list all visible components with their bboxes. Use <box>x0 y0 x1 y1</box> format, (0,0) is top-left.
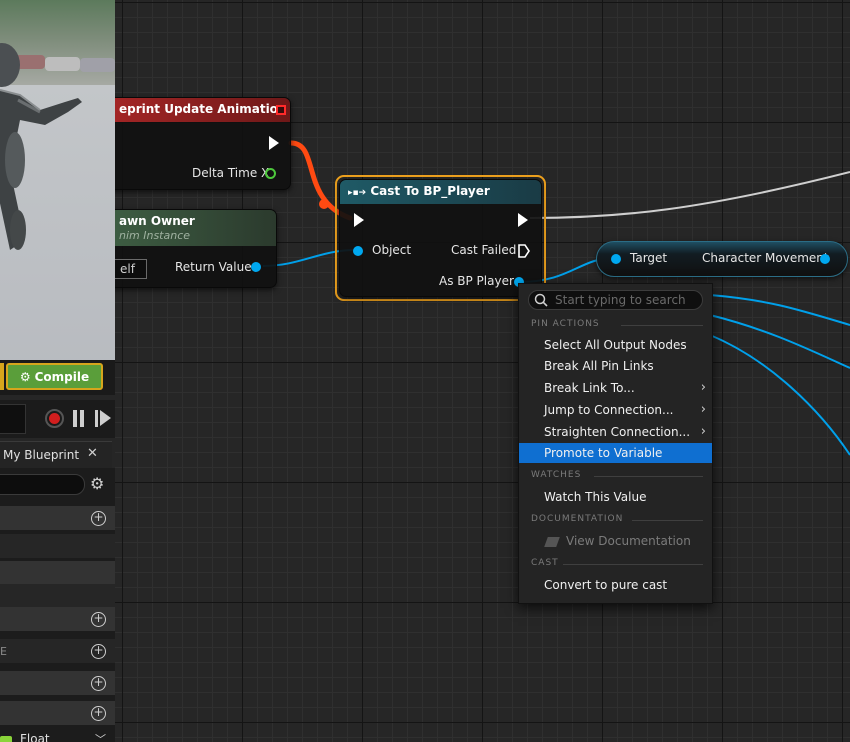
add-icon[interactable]: + <box>91 676 106 691</box>
object-pin[interactable] <box>353 246 363 256</box>
cast-icon: ▸▪➔ <box>348 188 367 198</box>
self-label: elf <box>120 262 135 276</box>
node-title: eprint Update Animation <box>119 102 287 116</box>
node-title: awn Owner <box>119 214 195 228</box>
mannequin-character <box>0 43 82 250</box>
cast-to-bp-player-node[interactable]: ▸▪➔ Cast To BP_Player Object Cast Failed… <box>339 179 542 297</box>
category-row[interactable] <box>0 584 115 608</box>
menu-item-select-all-output-nodes[interactable]: Select All Output Nodes <box>519 335 712 355</box>
character-movement-pin[interactable] <box>820 254 830 264</box>
node-header: eprint Update Animation <box>107 98 290 122</box>
menu-item-break-all-pin-links[interactable]: Break All Pin Links <box>519 356 712 376</box>
category-label: E <box>0 645 7 658</box>
chevron-down-icon[interactable]: ﹀ <box>95 731 106 742</box>
menu-item-view-documentation: View Documentation <box>519 531 712 551</box>
blueprint-search-input[interactable] <box>0 474 85 495</box>
character-movement-label: Character Movement <box>702 251 829 265</box>
cast-failed-label: Cast Failed <box>451 243 517 257</box>
menu-item-watch-this-value[interactable]: Watch This Value <box>519 487 712 507</box>
event-update-animation-node[interactable]: eprint Update Animation Delta Time X <box>106 97 291 190</box>
pin-context-menu: PIN ACTIONS Select All Output Nodes Brea… <box>518 283 713 604</box>
category-row[interactable] <box>0 534 115 558</box>
return-value-label: Return Value <box>175 260 252 274</box>
compile-button[interactable]: ⚙ Compile <box>6 363 103 390</box>
float-type-icon <box>0 736 12 742</box>
section-documentation: DOCUMENTATION <box>531 514 624 524</box>
as-bp-player-label: As BP Player <box>439 274 514 288</box>
node-header: ▸▪➔ Cast To BP_Player <box>340 180 541 204</box>
chevron-right-icon: › <box>700 424 706 439</box>
chevron-right-icon: › <box>700 402 706 417</box>
delta-time-label: Delta Time X <box>192 166 270 180</box>
section-watches: WATCHES <box>531 470 582 480</box>
settings-gear-icon[interactable]: ⚙ <box>90 474 108 494</box>
search-icon <box>534 293 548 307</box>
divider <box>563 564 703 565</box>
blueprint-editor: eprint Update Animation Delta Time X awn… <box>0 0 850 742</box>
menu-search-input[interactable] <box>555 292 699 308</box>
compile-label: Compile <box>34 369 90 384</box>
add-icon[interactable]: + <box>91 511 106 526</box>
target-pin[interactable] <box>611 254 621 264</box>
node-title: Cast To BP_Player <box>370 184 490 198</box>
menu-item-straighten-connection[interactable]: Straighten Connection... › <box>519 422 712 442</box>
add-icon[interactable]: + <box>91 644 106 659</box>
menu-search-box[interactable] <box>528 290 703 310</box>
debug-object-dropdown[interactable] <box>0 404 26 434</box>
menu-item-break-link-to[interactable]: Break Link To... › <box>519 378 712 398</box>
event-delegate-icon[interactable] <box>276 105 286 115</box>
close-icon[interactable]: ✕ <box>87 446 98 461</box>
try-get-pawn-owner-node[interactable]: awn Owner nim Instance elf Return Value <box>106 209 277 288</box>
category-row[interactable] <box>0 561 115 585</box>
exec-out-pin[interactable] <box>269 136 279 150</box>
node-header: awn Owner nim Instance <box>107 210 276 246</box>
section-pin-actions: PIN ACTIONS <box>531 319 600 329</box>
divider <box>594 476 703 477</box>
node-subtitle: nim Instance <box>119 229 191 242</box>
delta-time-pin[interactable] <box>265 168 276 179</box>
tab-label: My Blueprint <box>3 448 80 462</box>
chevron-right-icon: › <box>700 380 706 395</box>
menu-item-jump-to-connection[interactable]: Jump to Connection... › <box>519 400 712 420</box>
preview-viewport[interactable] <box>0 0 115 395</box>
step-play-button[interactable] <box>95 410 111 427</box>
divider <box>632 520 703 521</box>
book-icon <box>544 536 560 547</box>
exec-in-pin[interactable] <box>354 213 364 227</box>
target-label: Target <box>630 251 668 265</box>
object-label: Object <box>372 243 412 257</box>
divider <box>621 325 703 326</box>
cast-failed-pin[interactable] <box>518 244 530 258</box>
pause-button[interactable] <box>72 410 86 427</box>
gear-icon: ⚙ <box>19 369 31 384</box>
menu-item-convert-to-pure-cast[interactable]: Convert to pure cast <box>519 575 712 595</box>
character-movement-node[interactable]: Target Character Movement <box>596 241 848 277</box>
toolbar-accent <box>0 363 4 390</box>
float-variable-label[interactable]: Float <box>20 732 50 742</box>
record-button[interactable] <box>45 409 64 428</box>
exec-out-pin[interactable] <box>518 213 528 227</box>
menu-item-promote-to-variable[interactable]: Promote to Variable <box>519 443 712 463</box>
add-icon[interactable]: + <box>91 612 106 627</box>
add-icon[interactable]: + <box>91 706 106 721</box>
return-value-pin[interactable] <box>251 262 261 272</box>
section-cast: CAST <box>531 558 559 568</box>
